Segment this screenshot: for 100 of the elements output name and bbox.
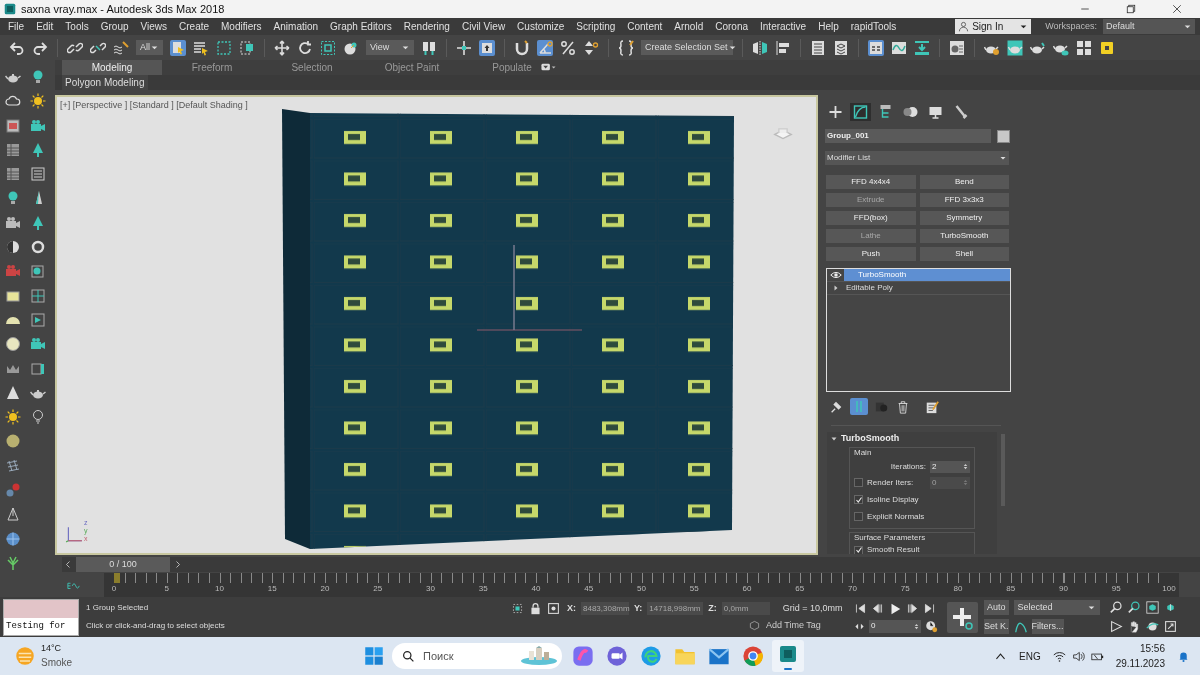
frame-number: 55 — [688, 583, 700, 595]
weather-text: Smoke — [41, 656, 74, 671]
menu-item[interactable]: Corona — [715, 19, 748, 34]
modifier-list-dropdown[interactable]: Modifier List — [825, 151, 1009, 165]
checkbox-label: Render Iters: — [867, 476, 914, 489]
language-indicator[interactable]: ENG — [1019, 648, 1041, 664]
modifier-button[interactable]: Shell — [919, 247, 1009, 261]
modifier-button[interactable]: FFD 4x4x4 — [826, 175, 916, 189]
menu-item[interactable]: File — [8, 19, 25, 34]
ribbon-tab[interactable]: Object Paint — [362, 60, 462, 75]
menu-item[interactable]: Group — [100, 19, 129, 34]
frame-number: 10 — [214, 583, 225, 595]
menu-item[interactable]: Customize — [517, 19, 565, 34]
frame-number: 95 — [1110, 583, 1122, 595]
workspaces-label: Workspaces: — [1045, 19, 1097, 33]
coordinate-field[interactable]: 0,0mm — [721, 601, 770, 615]
frame-number: 45 — [583, 583, 595, 595]
current-frame-spinner[interactable]: 0 — [869, 619, 921, 633]
prompt-text: Click or click-and-drag to select objects — [86, 620, 226, 632]
frame-number: 30 — [425, 583, 436, 595]
selection-filter-dropdown[interactable]: All — [136, 40, 163, 55]
frame-number: 65 — [794, 583, 806, 595]
frame-readout: 0 / 100 — [76, 557, 170, 572]
menu-item[interactable]: Tools — [65, 19, 89, 34]
listener-box[interactable]: Testing for — [3, 598, 79, 636]
menu-item[interactable]: Animation — [273, 19, 319, 34]
coordinate-field[interactable]: 14718,998mm — [647, 601, 704, 615]
modifier-button[interactable]: Symmetry — [919, 211, 1009, 225]
workspaces-dropdown[interactable]: Default — [1103, 19, 1195, 34]
modifier-button[interactable]: FFD 3x3x3 — [919, 193, 1009, 207]
frame-number: 20 — [319, 583, 331, 595]
clock-time[interactable]: 15:56 — [1139, 641, 1165, 656]
frame-number: 15 — [266, 583, 278, 595]
ribbon-tab[interactable]: Populate — [462, 60, 562, 75]
checkbox-label[interactable]: Explicit Normals — [867, 510, 925, 523]
object-name-field[interactable]: Group_001 — [825, 129, 991, 143]
menu-item[interactable]: Rendering — [403, 19, 450, 34]
frame-number: 40 — [530, 583, 542, 595]
menu-item[interactable]: Modifiers — [221, 19, 262, 34]
menu-item[interactable]: Scripting — [576, 19, 616, 34]
checkbox-label[interactable]: Smooth Result — [867, 544, 920, 554]
sign-in-dropdown[interactable]: Sign In — [955, 19, 1032, 34]
menu-item[interactable]: Help — [818, 19, 839, 34]
ribbon-panel-label[interactable]: Polygon Modeling — [62, 75, 148, 90]
group-title: Surface Parameters — [854, 531, 927, 544]
stack-item[interactable]: Editable Poly — [844, 282, 1010, 294]
time-slider-track[interactable]: 0 / 100 — [62, 557, 1200, 572]
render-iters-spinner[interactable]: 0 — [930, 476, 970, 489]
modifier-button[interactable]: TurboSmooth — [919, 229, 1009, 243]
frame-number: 5 — [163, 583, 170, 595]
frame-number: 70 — [847, 583, 858, 595]
frame-number: 100 — [1161, 583, 1177, 595]
menu-item[interactable]: Views — [140, 19, 167, 34]
modifier-button[interactable]: Bend — [919, 175, 1009, 189]
ribbon-tab[interactable]: Modeling — [62, 60, 162, 75]
group-title: Main — [854, 446, 873, 459]
ribbon-tab[interactable]: Freeform — [162, 60, 262, 75]
checkbox-label[interactable]: Isoline Display — [867, 493, 919, 506]
clock-date[interactable]: 29.11.2023 — [1115, 656, 1165, 671]
frame-number: 25 — [372, 583, 384, 595]
menu-item[interactable]: Arnold — [674, 19, 704, 34]
modifier-button[interactable]: Push — [826, 247, 916, 261]
iterations-spinner[interactable]: 2 — [930, 460, 970, 473]
reference-coordinate-dropdown[interactable]: View — [366, 40, 414, 55]
taskbar-search-field[interactable]: Поиск — [392, 643, 562, 669]
menu-item[interactable]: Content — [627, 19, 663, 34]
menu-item[interactable]: Edit — [36, 19, 54, 34]
frame-number: 75 — [899, 583, 911, 595]
frame-number: 90 — [1058, 583, 1069, 595]
filters-button[interactable]: Filters... — [1031, 619, 1064, 634]
add-time-tag-button[interactable]: Add Time Tag — [766, 619, 821, 633]
frame-number: 80 — [952, 583, 964, 595]
coordinate-field[interactable]: 8483,308mm — [581, 601, 629, 615]
menu-item[interactable]: rapidTools — [850, 19, 897, 34]
menu-item[interactable]: Create — [179, 19, 210, 34]
selection-set-dropdown[interactable]: Create Selection Set — [641, 40, 733, 55]
modifier-button[interactable]: FFD(box) — [826, 211, 916, 225]
menu-item[interactable]: Civil View — [461, 19, 506, 34]
key-filter-dropdown[interactable]: Selected — [1013, 600, 1100, 615]
frame-number: 50 — [636, 583, 647, 595]
frame-number: 35 — [477, 583, 489, 595]
coordinate-label: Y: — [634, 601, 643, 615]
auto-key-button[interactable]: Auto — [984, 600, 1009, 615]
viewport-label: [+] [Perspective ] [Standard ] [Default Shading ] — [60, 99, 248, 112]
selection-status: 1 Group Selected — [86, 602, 150, 614]
track-bar[interactable]: 0 5 10 15 20 25 30 35 40 45 50 55 60 65 70 75 80 85 90 95 100 — [104, 573, 1179, 597]
frame-number: 60 — [741, 583, 753, 595]
coordinate-label: X: — [567, 601, 576, 615]
window-title: saxna vray.max - Autodesk 3ds Max 2018 — [21, 1, 225, 17]
coordinate-label: Z: — [708, 601, 717, 615]
menu-item[interactable]: Interactive — [760, 19, 807, 34]
ribbon-tab[interactable]: Selection — [262, 60, 362, 75]
temperature-text: 14°C — [41, 641, 63, 655]
rollout-title[interactable]: TurboSmooth — [841, 432, 900, 446]
frame-number: 85 — [1005, 583, 1017, 595]
field-label: Iterations: — [890, 460, 926, 473]
grid-size-text: Grid = 10,0mm — [782, 601, 843, 615]
menu-item[interactable]: Graph Editors — [330, 19, 392, 34]
time-slider-thumb[interactable]: 0 / 100 — [62, 557, 184, 572]
set-key-mode-button[interactable]: Set K. — [984, 619, 1009, 634]
